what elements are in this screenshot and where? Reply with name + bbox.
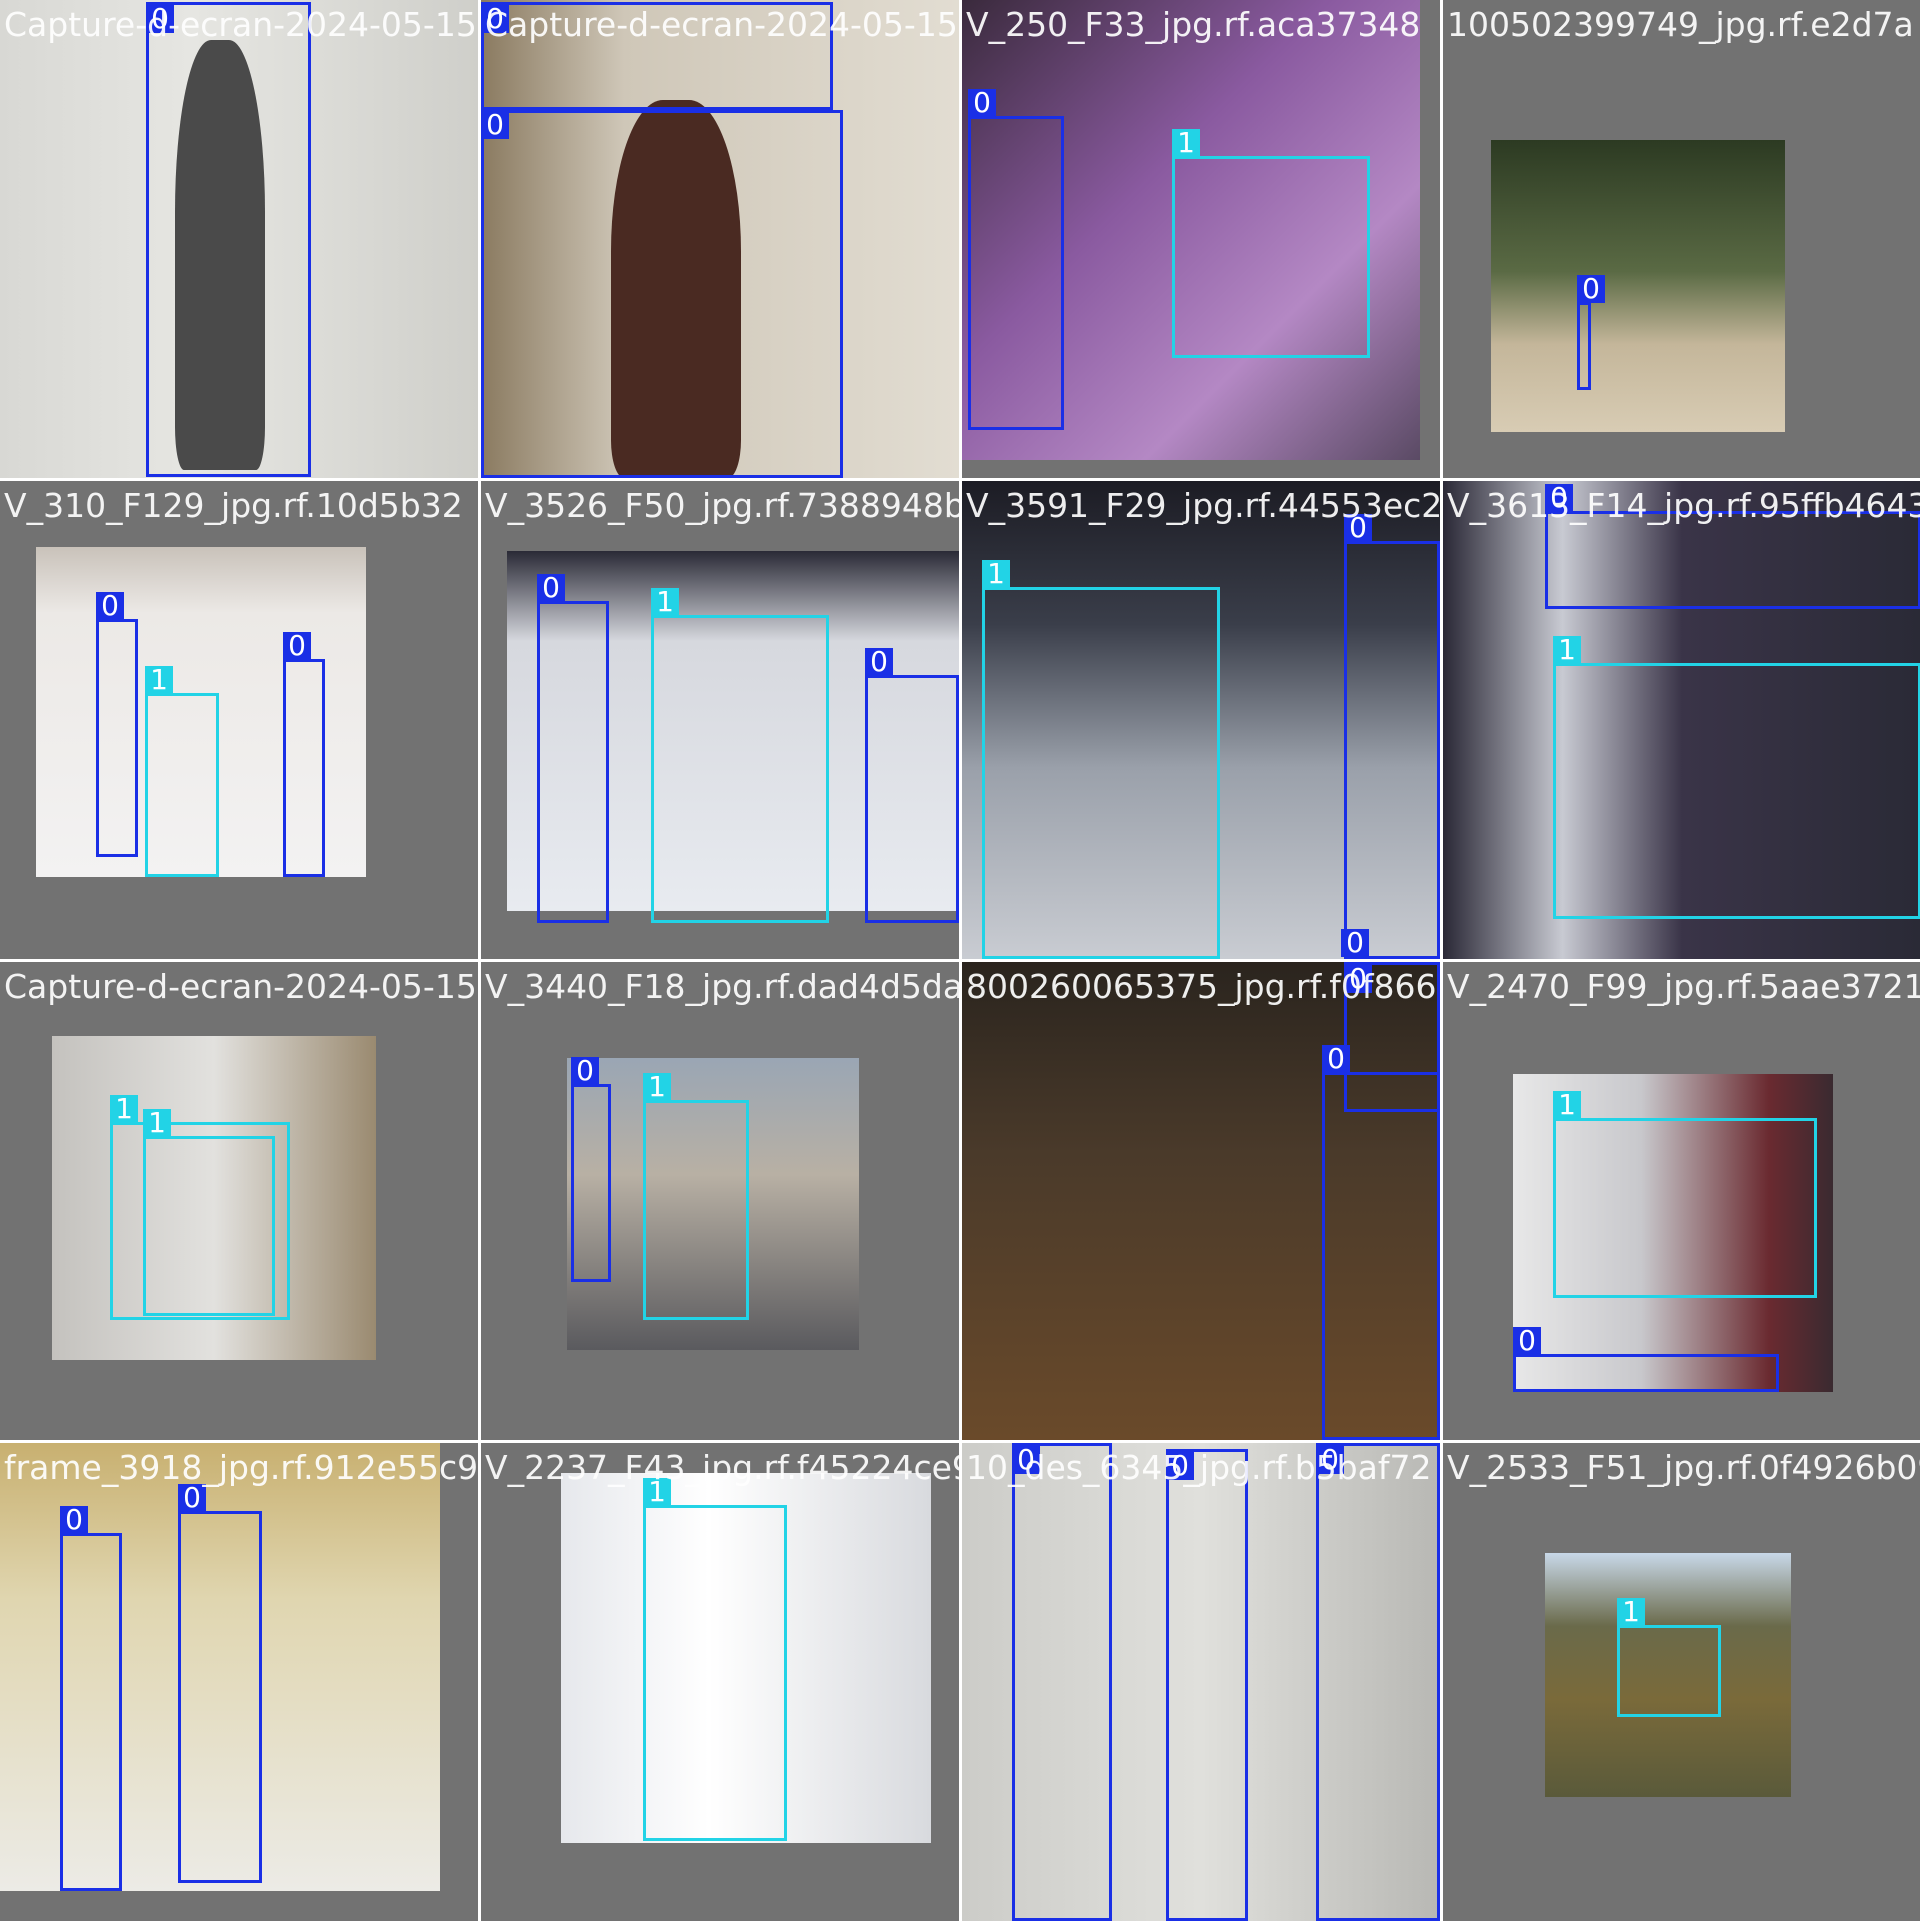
detection-box: 0 [537, 574, 609, 923]
detection-box: 1 [1553, 1091, 1817, 1298]
detection-box: 1 [643, 1073, 749, 1320]
tile-title: frame_3918_jpg.rf.912e55c9 [4, 1448, 478, 1487]
tile-6: V_3526_F50_jpg.rf.7388948be3 0 1 0 [481, 481, 959, 959]
tile-2: Capture-d-ecran-2024-05-15-185033_png.rf… [481, 0, 959, 478]
tile-3: V_250_F33_jpg.rf.aca37348 0 1 [962, 0, 1440, 478]
class-label: 0 [96, 592, 124, 620]
class-label: 1 [1553, 1091, 1581, 1119]
class-label: 0 [178, 1484, 206, 1512]
detection-box: 1 [143, 1109, 275, 1316]
detection-box: 1 [1617, 1598, 1721, 1717]
tile-title: V_3526_F50_jpg.rf.7388948be3 [485, 486, 959, 525]
tile-1: Capture-d-ecran-2024-05-15-184435_png.rf… [0, 0, 478, 478]
tile-5: V_310_F129_jpg.rf.10d5b32 0 1 0 [0, 481, 478, 959]
class-label: 0 [968, 89, 996, 117]
detection-box: 0 [283, 632, 325, 877]
class-label: 1 [982, 560, 1010, 588]
tile-16: V_2533_F51_jpg.rf.0f4926b09 1 [1443, 1443, 1920, 1921]
tile-7: V_3591_F29_jpg.rf.44553ec2 1 0 0 [962, 481, 1440, 959]
class-label: 0 [283, 632, 311, 660]
class-label: 1 [143, 1109, 171, 1137]
detection-box: 0 [146, 2, 311, 477]
detection-box: 1 [651, 588, 829, 923]
tile-title: 800260065375_jpg.rf.f0f866 [966, 967, 1437, 1006]
tile-title: V_2470_F99_jpg.rf.5aae3721 [1447, 967, 1920, 1006]
detection-box: 0 [968, 89, 1064, 430]
detection-box: 0 [865, 648, 959, 923]
tile-title: V_3440_F18_jpg.rf.dad4d5da8 [485, 967, 959, 1006]
detection-box: 0 [96, 592, 138, 857]
tile-15: 10_des_6345_jpg.rf.b5baf72 0 0 0 [962, 1443, 1440, 1921]
detection-box: 0 [571, 1057, 611, 1282]
detection-box: 1 [1553, 636, 1920, 919]
class-label: 0 [1341, 929, 1369, 957]
detection-box: 0 [60, 1506, 122, 1891]
class-label: 0 [481, 111, 509, 139]
detection-box: 0 [1344, 514, 1440, 959]
tile-title: V_250_F33_jpg.rf.aca37348 [966, 5, 1421, 44]
detection-box: 0 [481, 110, 843, 478]
detection-box: 0 [1322, 1045, 1440, 1440]
tile-title: 100502399749_jpg.rf.e2d7a [1447, 5, 1914, 44]
class-label: 0 [537, 574, 565, 602]
detection-box: 0 [1316, 1443, 1440, 1921]
class-label: 1 [643, 1073, 671, 1101]
tile-title: 10_des_6345_jpg.rf.b5baf72 [966, 1448, 1432, 1487]
tile-title: V_2533_F51_jpg.rf.0f4926b09 [1447, 1448, 1920, 1487]
tile-13: frame_3918_jpg.rf.912e55c9 0 0 [0, 1443, 478, 1921]
class-label: 0 [865, 648, 893, 676]
detection-box: 0 [178, 1484, 262, 1883]
tile-8: V_3613_F14_jpg.rf.95ffb4643 0 1 [1443, 481, 1920, 959]
class-label: 0 [1322, 1045, 1350, 1073]
detection-box: 0 [1513, 1327, 1779, 1392]
tile-photo [1491, 140, 1785, 432]
detection-box: 1 [145, 666, 219, 877]
class-label: 0 [1577, 275, 1605, 303]
class-label: 1 [110, 1095, 138, 1123]
class-label: 1 [1553, 636, 1581, 664]
class-label: 1 [1172, 129, 1200, 157]
detection-box: 1 [982, 560, 1220, 959]
tile-title: V_2237_F43_jpg.rf.f45224ce9 [485, 1448, 959, 1487]
class-label: 0 [60, 1506, 88, 1534]
tile-11: 800260065375_jpg.rf.f0f866 0 0 [962, 962, 1440, 1440]
tile-title: V_3591_F29_jpg.rf.44553ec2 [966, 486, 1440, 525]
detection-box: 0 [1545, 484, 1920, 609]
tile-title: V_3613_F14_jpg.rf.95ffb4643 [1447, 486, 1920, 525]
tile-9: Capture-d-ecran-2024-05-15- 1 1 [0, 962, 478, 1440]
class-label: 1 [651, 588, 679, 616]
detection-box: 1 [1172, 129, 1370, 358]
tile-title: V_310_F129_jpg.rf.10d5b32 [4, 486, 463, 525]
class-label: 0 [1513, 1327, 1541, 1355]
detection-box: 1 [643, 1478, 787, 1841]
tile-14: V_2237_F43_jpg.rf.f45224ce9 1 [481, 1443, 959, 1921]
class-label: 1 [1617, 1598, 1645, 1626]
tile-4: 100502399749_jpg.rf.e2d7a 0 [1443, 0, 1920, 478]
tile-title: Capture-d-ecran-2024-05-15- [4, 967, 478, 1006]
class-label: 1 [145, 666, 173, 694]
detection-box: 0 [1012, 1443, 1112, 1921]
tile-12: V_2470_F99_jpg.rf.5aae3721 1 0 [1443, 962, 1920, 1440]
class-label: 0 [571, 1057, 599, 1085]
tile-title: Capture-d-ecran-2024-05-15-185033_png.rf [485, 5, 959, 44]
mosaic-grid: Capture-d-ecran-2024-05-15-184435_png.rf… [0, 0, 1920, 1921]
tile-10: V_3440_F18_jpg.rf.dad4d5da8 0 1 [481, 962, 959, 1440]
tile-title: Capture-d-ecran-2024-05-15-184435_png.rf [4, 5, 478, 44]
detection-box: 0 [1577, 275, 1605, 390]
detection-box: 0 [1166, 1449, 1248, 1921]
